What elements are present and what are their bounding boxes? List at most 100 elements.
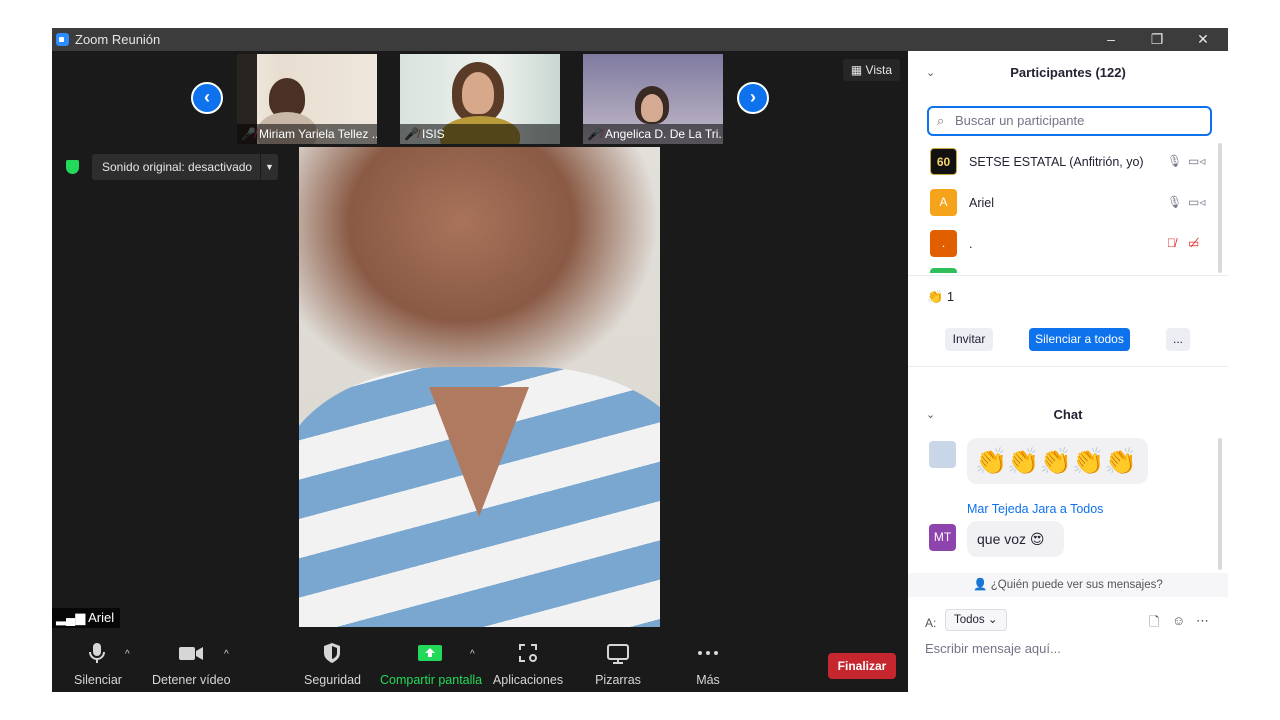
title-bar: Zoom Reunión – ❐ ✕	[52, 28, 1228, 51]
participant-name: SETSE ESTATAL (Anfitrión, yo)	[969, 155, 1144, 169]
video-camera-icon	[179, 647, 203, 660]
minimize-button[interactable]: –	[1088, 29, 1134, 50]
participant-row[interactable]: . . 🎙̸ ▭̸	[908, 225, 1220, 265]
whiteboards-button[interactable]: Pizarras	[592, 641, 644, 687]
more-dots-icon	[698, 651, 718, 655]
participant-row[interactable]: A Ariel 🎙 ▭◃	[908, 184, 1220, 224]
avatar: A	[930, 189, 957, 216]
video-options-chevron-icon[interactable]: ^	[224, 649, 229, 660]
participants-more-button[interactable]: ...	[1166, 328, 1190, 351]
chat-to-label: A:	[925, 616, 937, 630]
view-label: Vista	[865, 63, 892, 77]
chat-sender: Mar Tejeda Jara a Todos	[967, 502, 1104, 516]
chat-scrollbar[interactable]	[1218, 438, 1222, 570]
share-options-chevron-icon[interactable]: ^	[470, 649, 475, 660]
search-icon: ⌕	[937, 113, 945, 128]
chat-header: ⌄ Chat	[908, 395, 1228, 435]
divider	[908, 275, 1228, 276]
participant-row[interactable]: 60 SETSE ESTATAL (Anfitrión, yo) 🎙 ▭◃	[908, 143, 1220, 183]
chevron-down-icon: ⌄	[987, 614, 998, 626]
collapse-chevron-icon[interactable]: ⌄	[926, 51, 935, 95]
original-sound-button[interactable]: Sonido original: desactivado ▼	[92, 154, 278, 180]
more-button[interactable]: Más	[688, 641, 728, 687]
side-panel: ⌄ Participantes (122) ⌕ Buscar un partic…	[908, 51, 1228, 692]
whiteboard-icon	[607, 644, 629, 664]
end-meeting-button[interactable]: Finalizar	[828, 653, 896, 679]
mute-button[interactable]: Silenciar	[74, 641, 122, 687]
mute-all-button[interactable]: Silenciar a todos	[1029, 328, 1130, 351]
share-screen-label: Compartir pantalla	[380, 673, 483, 687]
avatar: MT	[929, 524, 956, 551]
participant-thumbnail[interactable]: 🎤̸ Miriam Yariela Tellez ...	[237, 54, 377, 144]
chat-recipient-select[interactable]: Todos ⌄	[945, 609, 1007, 631]
participant-name: Miriam Yariela Tellez ...	[237, 124, 377, 144]
participant-list: 60 SETSE ESTATAL (Anfitrión, yo) 🎙 ▭◃ A …	[908, 143, 1220, 273]
reaction-count: 1	[946, 289, 955, 304]
encryption-shield-icon[interactable]	[66, 160, 79, 174]
chat-message: 👏👏👏👏👏	[967, 438, 1148, 484]
share-screen-button[interactable]: Compartir pantalla	[380, 641, 483, 687]
who-can-see-messages-link[interactable]: 👤 ¿Quién puede ver sus mensajes?	[908, 573, 1228, 597]
participant-name: Ariel	[969, 196, 995, 210]
chat-message: que voz 😍	[967, 521, 1064, 557]
next-page-button[interactable]: ›	[737, 82, 769, 114]
apps-button[interactable]: Aplicaciones	[492, 641, 564, 687]
participants-title: Participantes (122)	[1010, 65, 1126, 80]
zoom-logo-icon	[56, 33, 69, 46]
avatar	[930, 268, 957, 273]
security-button[interactable]: Seguridad	[304, 641, 361, 687]
participants-header: ⌄ Participantes (122)	[908, 51, 1228, 95]
video-camera-icon[interactable]: ▭◃	[1188, 154, 1205, 168]
audio-options-chevron-icon[interactable]: ^	[125, 649, 130, 660]
microphone-icon[interactable]: 🎙	[1167, 154, 1182, 168]
user-icon: 👤	[973, 579, 988, 591]
participant-name: Angelica D. De La Tri...	[583, 124, 723, 144]
mic-muted-icon[interactable]: 🎙̸	[1167, 236, 1176, 250]
close-button[interactable]: ✕	[1180, 29, 1226, 50]
chevron-down-icon[interactable]: ▼	[260, 154, 278, 180]
apps-label: Aplicaciones	[492, 673, 564, 687]
file-icon[interactable]: 🗋	[1149, 613, 1159, 635]
speaker-name: Ariel	[88, 610, 115, 625]
participant-name: .	[969, 237, 973, 251]
window-title: Zoom Reunión	[75, 32, 161, 47]
speaker-face	[299, 147, 660, 397]
avatar	[929, 441, 956, 468]
participant-scrollbar[interactable]	[1218, 143, 1222, 273]
video-off-icon[interactable]: ▭̸	[1188, 236, 1199, 250]
stop-video-label: Detener vídeo	[152, 673, 231, 687]
invite-button[interactable]: Invitar	[945, 328, 993, 351]
chat-title: Chat	[1053, 407, 1083, 422]
collapse-chevron-icon[interactable]: ⌄	[926, 395, 935, 435]
microphone-icon	[89, 643, 105, 663]
more-dots-icon[interactable]: ⋯	[1196, 613, 1209, 629]
search-placeholder: Buscar un participante	[955, 113, 1085, 128]
whiteboards-label: Pizarras	[595, 673, 641, 687]
emoji-icon[interactable]: ☺	[1172, 613, 1185, 628]
more-label: Más	[696, 673, 720, 687]
speaker-name-label: ▂▄▆ Ariel	[52, 608, 121, 628]
video-area: ‹ 🎤̸ Miriam Yariela Tellez ... 🎤̸ ISIS 🎤…	[52, 51, 908, 637]
participant-thumbnail[interactable]: 🎤̸ Angelica D. De La Tri...	[583, 54, 723, 144]
view-button[interactable]: ▦ Vista	[842, 59, 900, 81]
share-screen-icon	[418, 645, 442, 661]
participant-search-input[interactable]: ⌕ Buscar un participante	[927, 106, 1212, 136]
participant-name: ISIS	[400, 124, 560, 144]
divider	[908, 366, 1228, 367]
meeting-toolbar: Silenciar ^ Detener vídeo ^ Seguridad Co…	[52, 637, 908, 692]
shield-icon	[324, 643, 340, 663]
stop-video-button[interactable]: Detener vídeo	[152, 641, 231, 687]
original-sound-label: Sonido original: desactivado	[102, 160, 253, 174]
participant-thumbnail[interactable]: 🎤̸ ISIS	[400, 54, 560, 144]
active-speaker-video	[299, 147, 660, 627]
participant-row[interactable]	[908, 266, 1220, 273]
prev-page-button[interactable]: ‹	[191, 82, 223, 114]
chat-message-input[interactable]: Escribir mensaje aquí...	[925, 641, 1061, 656]
apps-icon	[519, 644, 537, 662]
signal-icon: ▂▄▆	[56, 610, 86, 625]
video-camera-icon[interactable]: ▭◃	[1188, 195, 1205, 209]
microphone-icon[interactable]: 🎙	[1167, 195, 1182, 209]
security-label: Seguridad	[304, 673, 361, 687]
restore-button[interactable]: ❐	[1134, 29, 1180, 50]
zoom-window: Zoom Reunión – ❐ ✕ ‹ 🎤̸ Miriam Yariela T…	[52, 28, 1228, 692]
